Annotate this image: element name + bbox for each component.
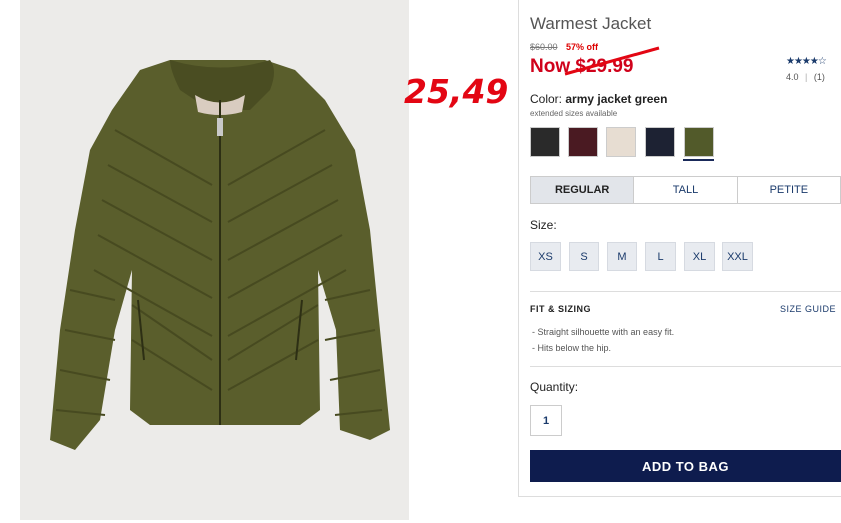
review-count[interactable]: (1) bbox=[814, 72, 825, 82]
price-strike-mark bbox=[564, 46, 660, 76]
color-swatch-navy[interactable] bbox=[645, 127, 675, 157]
original-price: $60.00 bbox=[530, 42, 558, 52]
selected-swatch-indicator bbox=[683, 159, 714, 161]
size-option-xs[interactable]: XS bbox=[530, 242, 561, 271]
product-title: Warmest Jacket bbox=[530, 14, 652, 33]
size-option-xxl[interactable]: XXL bbox=[722, 242, 753, 271]
color-swatch-cream[interactable] bbox=[606, 127, 636, 157]
product-image bbox=[20, 0, 409, 520]
size-option-s[interactable]: S bbox=[569, 242, 599, 271]
rating-value: 4.0 bbox=[786, 72, 799, 82]
star-rating-icon[interactable]: ★★★★☆ bbox=[786, 56, 827, 67]
fit-sizing-heading: FIT & SIZING bbox=[530, 304, 591, 314]
size-option-m[interactable]: M bbox=[607, 242, 637, 271]
size-option-l[interactable]: L bbox=[645, 242, 676, 271]
size-option-xl[interactable]: XL bbox=[684, 242, 715, 271]
size-label: Size: bbox=[530, 218, 557, 232]
fit-bullet: - Straight silhouette with an easy fit. bbox=[532, 327, 675, 337]
color-label-text: Color: bbox=[530, 92, 563, 106]
color-swatch-burgundy[interactable] bbox=[568, 127, 598, 157]
add-to-bag-button[interactable]: ADD TO BAG bbox=[530, 450, 841, 482]
fit-tab-petite[interactable]: PETITE bbox=[738, 177, 840, 203]
fit-tab-tall[interactable]: TALL bbox=[634, 177, 738, 203]
color-swatch-black[interactable] bbox=[530, 127, 560, 157]
divider bbox=[530, 366, 841, 367]
size-guide-link[interactable]: SIZE GUIDE bbox=[780, 304, 836, 314]
selected-color-name: army jacket green bbox=[565, 92, 668, 106]
divider bbox=[530, 291, 841, 292]
extended-sizes-note: extended sizes available bbox=[530, 109, 618, 118]
quantity-input[interactable]: 1 bbox=[530, 405, 562, 436]
fit-tab-regular[interactable]: REGULAR bbox=[531, 177, 635, 203]
fit-tabs: REGULAR TALL PETITE bbox=[530, 176, 841, 204]
color-swatch-army-green[interactable] bbox=[684, 127, 714, 157]
rating-summary[interactable]: 4.0 | (1) bbox=[786, 72, 825, 82]
color-label: Color: army jacket green bbox=[530, 92, 667, 106]
quantity-label: Quantity: bbox=[530, 380, 579, 394]
fit-bullet: - Hits below the hip. bbox=[532, 343, 612, 353]
jacket-illustration bbox=[50, 60, 390, 450]
handwritten-price-note: 25,49 bbox=[404, 72, 509, 111]
